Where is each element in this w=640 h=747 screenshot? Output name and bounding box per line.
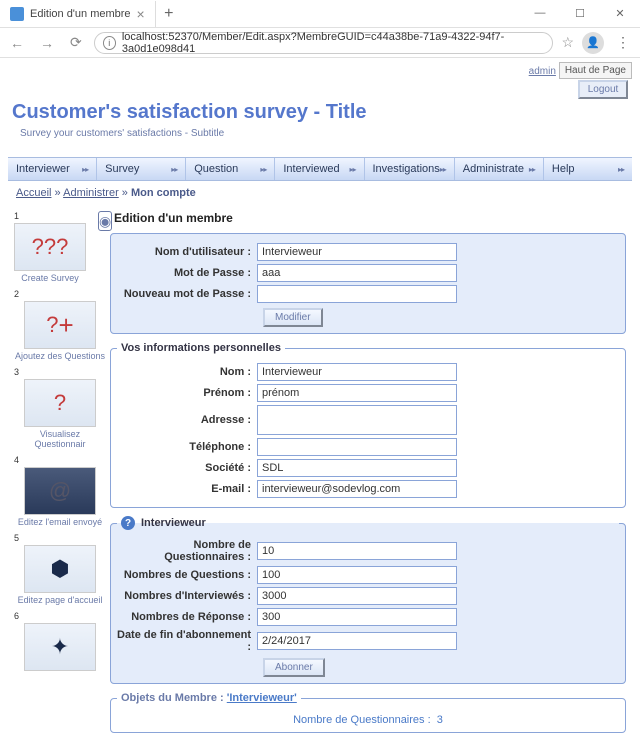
nb-questionnaires-link[interactable]: Nombre de Questionnaires : 3 xyxy=(117,714,619,726)
menu-investigations[interactable]: Investigations▸▸ xyxy=(365,158,455,180)
nb-questionnaires-input[interactable] xyxy=(257,542,457,560)
objets-legend: Objets du Membre : 'Intervieweur' xyxy=(117,692,301,704)
interviewer-legend: Intervieweur xyxy=(141,517,206,529)
profile-avatar-icon[interactable]: 👤 xyxy=(582,32,604,54)
tab-title: Edition d'un membre xyxy=(30,8,131,20)
help-icon[interactable]: ? xyxy=(121,516,135,530)
modifier-button[interactable]: Modifier xyxy=(263,308,323,327)
sidebar-item-4[interactable]: 4 @ Editez l'email envoyé xyxy=(14,455,106,527)
bookmark-icon[interactable]: ☆ xyxy=(561,34,574,51)
bc-accueil[interactable]: Accueil xyxy=(16,187,51,199)
abonner-button[interactable]: Abonner xyxy=(263,658,325,677)
menu-question[interactable]: Question▸▸ xyxy=(186,158,275,180)
adresse-input[interactable] xyxy=(257,405,457,435)
societe-input[interactable] xyxy=(257,459,457,477)
page-subtitle: Survey your customers' satisfactions - S… xyxy=(20,128,632,139)
username-input[interactable] xyxy=(257,243,457,261)
breadcrumb: Accueil » Administrer » Mon compte xyxy=(8,181,632,205)
page-title: Customer's satisfaction survey - Title xyxy=(12,101,632,124)
date-fin-input[interactable] xyxy=(257,632,457,650)
prenom-input[interactable] xyxy=(257,384,457,402)
new-tab-button[interactable]: + xyxy=(156,5,182,23)
telephone-input[interactable] xyxy=(257,438,457,456)
close-button[interactable]: ✕ xyxy=(600,7,640,20)
password-input[interactable] xyxy=(257,264,457,282)
top-links: admin | Administrateur xyxy=(8,66,632,77)
browser-menu-icon[interactable]: ⋮ xyxy=(612,34,634,51)
survey-icon: ??? xyxy=(14,223,86,271)
objets-fieldset: Objets du Membre : 'Intervieweur' Nombre… xyxy=(110,692,626,733)
bc-administrer[interactable]: Administrer xyxy=(63,187,119,199)
nb-reponse-input[interactable] xyxy=(257,608,457,626)
nom-input[interactable] xyxy=(257,363,457,381)
menu-administrate[interactable]: Administrate▸▸ xyxy=(455,158,544,180)
sidebar: 1 ??? Create Survey ◉ 2 ?+ Ajoutez des Q… xyxy=(14,211,106,741)
personal-fieldset: Vos informations personnelles Nom : Prén… xyxy=(110,342,626,508)
main-menu: Interviewer▸▸ Survey▸▸ Question▸▸ Interv… xyxy=(8,157,632,181)
sidebar-item-6[interactable]: 6 ✦ xyxy=(14,611,106,671)
menu-survey[interactable]: Survey▸▸ xyxy=(97,158,186,180)
browser-tab[interactable]: Edition d'un membre × xyxy=(0,1,156,27)
minimize-button[interactable]: — xyxy=(520,7,560,20)
menu-interviewed[interactable]: Interviewed▸▸ xyxy=(275,158,364,180)
step6-icon: ✦ xyxy=(24,623,96,671)
nb-interviewes-input[interactable] xyxy=(257,587,457,605)
address-bar[interactable]: i localhost:52370/Member/Edit.aspx?Membr… xyxy=(94,32,554,54)
main-panel: Edition d'un membre Nom d'utilisateur : … xyxy=(110,211,626,741)
site-info-icon[interactable]: i xyxy=(103,36,116,50)
favicon-icon xyxy=(10,7,24,21)
window-controls: — ☐ ✕ xyxy=(520,7,640,20)
maximize-button[interactable]: ☐ xyxy=(560,7,600,20)
new-password-input[interactable] xyxy=(257,285,457,303)
logout-button[interactable]: Logout xyxy=(578,80,628,99)
forward-button[interactable]: → xyxy=(36,35,58,51)
menu-help[interactable]: Help▸▸ xyxy=(544,158,632,180)
auth-fieldset: Nom d'utilisateur : Mot de Passe : Nouve… xyxy=(110,233,626,334)
sidebar-item-2[interactable]: 2 ?+ Ajoutez des Questions xyxy=(14,289,106,361)
home-icon: ⬢ xyxy=(24,545,96,593)
menu-interviewer[interactable]: Interviewer▸▸ xyxy=(8,158,97,180)
interviewer-fieldset: ?Intervieweur Nombre de Questionnaires :… xyxy=(110,516,626,684)
objets-membre-link[interactable]: 'Intervieweur' xyxy=(227,692,297,704)
email-icon: @ xyxy=(24,467,96,515)
admin-link[interactable]: admin xyxy=(529,66,556,77)
panel-title: Edition d'un membre xyxy=(114,211,626,225)
browser-titlebar: Edition d'un membre × + — ☐ ✕ xyxy=(0,0,640,28)
tab-close-icon[interactable]: × xyxy=(137,6,145,22)
sidebar-item-3[interactable]: 3 ? Visualisez Questionnair xyxy=(14,367,106,449)
sidebar-item-1[interactable]: 1 ??? Create Survey xyxy=(14,211,86,283)
view-questionnaire-icon: ? xyxy=(24,379,96,427)
browser-toolbar: ← → ⟳ i localhost:52370/Member/Edit.aspx… xyxy=(0,28,640,58)
haut-page-tooltip: Haut de Page xyxy=(559,62,632,79)
back-button[interactable]: ← xyxy=(6,35,28,51)
url-text: localhost:52370/Member/Edit.aspx?MembreG… xyxy=(122,31,545,55)
sidebar-item-5[interactable]: 5 ⬢ Editez page d'accueil xyxy=(14,533,106,605)
reload-button[interactable]: ⟳ xyxy=(66,34,86,51)
add-question-icon: ?+ xyxy=(24,301,96,349)
bc-current: Mon compte xyxy=(131,187,196,199)
nb-questions-input[interactable] xyxy=(257,566,457,584)
personal-legend: Vos informations personnelles xyxy=(117,342,285,354)
email-input[interactable] xyxy=(257,480,457,498)
